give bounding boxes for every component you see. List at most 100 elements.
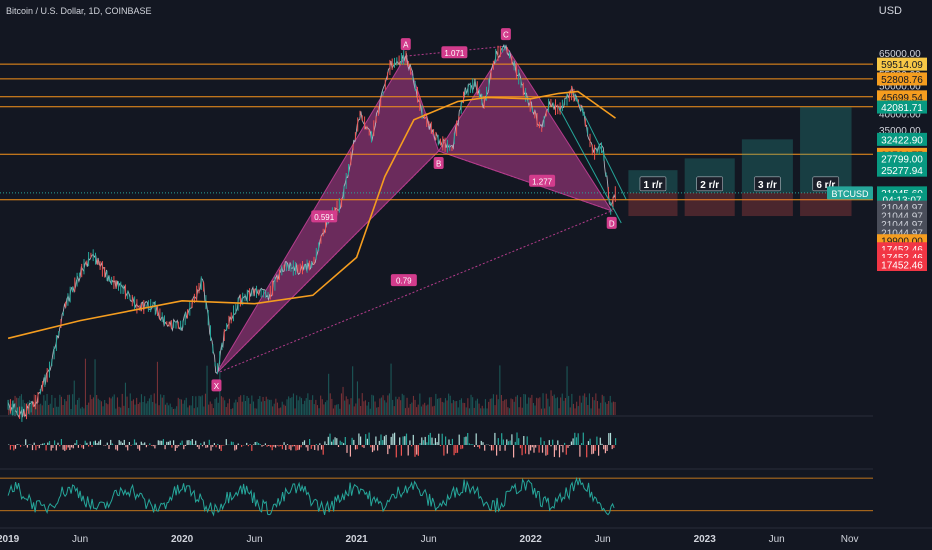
oscillator-bar <box>161 440 163 445</box>
oscillator-bar <box>13 445 15 451</box>
volume-bar <box>537 398 539 415</box>
oscillator-bar <box>28 444 30 445</box>
price-chart[interactable]: 1 r/r 2 r/r 3 r/r 6 r/r XABCD1.0710.5911.27… <box>0 0 932 550</box>
price-badge-label: 52808.76 <box>881 75 923 86</box>
volume-bar <box>222 397 224 415</box>
volume-bar <box>86 405 88 415</box>
volume-bar <box>520 397 522 415</box>
volume-bar <box>347 399 349 415</box>
volume-bar <box>73 380 75 415</box>
volume-bar <box>480 408 482 415</box>
oscillator-bar <box>473 445 476 447</box>
oscillator-bar <box>169 440 171 445</box>
volume-bar <box>17 398 19 415</box>
oscillator-bar <box>380 434 382 445</box>
volume-bar <box>544 408 546 415</box>
oscillator-bar <box>400 445 402 456</box>
price-badge-label: 59514.09 <box>881 60 923 71</box>
oscillator-bar <box>462 445 464 449</box>
volume-bar <box>278 408 280 415</box>
oscillator-bar <box>263 445 265 446</box>
volume-bar <box>118 406 120 415</box>
volume-bar <box>419 393 421 415</box>
oscillator-bar <box>557 440 559 445</box>
volume-bar <box>496 394 498 415</box>
oscillator-bar <box>412 434 414 445</box>
volume-bar <box>257 399 259 415</box>
volume-bar <box>443 402 445 415</box>
oscillator-bar <box>439 445 442 447</box>
volume-bar <box>553 394 555 415</box>
oscillator-bar <box>547 445 549 455</box>
oscillator-bar <box>280 445 282 447</box>
oscillator-bar <box>327 436 329 445</box>
volume-bar <box>123 405 125 415</box>
volume-bar <box>484 399 486 415</box>
x-tick-label: Jun <box>72 534 88 545</box>
oscillator-bar <box>111 443 113 445</box>
volume-bar <box>102 406 104 415</box>
volume-bar <box>524 394 526 415</box>
volume-bar <box>601 394 603 415</box>
volume-bar <box>182 403 184 415</box>
oscillator-bar <box>115 445 117 450</box>
symbol-title[interactable]: Bitcoin / U.S. Dollar, 1D, COINBASE <box>6 6 152 16</box>
oscillator-bar <box>72 445 74 449</box>
oscillator-bar <box>123 439 125 445</box>
volume-bar <box>587 405 589 415</box>
oscillator-bar <box>615 438 617 445</box>
volume-bar <box>489 398 491 415</box>
volume-bar <box>488 401 490 415</box>
volume-bar <box>332 408 334 415</box>
volume-bar <box>590 408 592 415</box>
oscillator-bar <box>25 439 27 445</box>
volume-bar <box>584 393 586 415</box>
volume-bar <box>185 397 187 415</box>
volume-bar <box>84 358 86 415</box>
volume-bar <box>323 404 325 415</box>
volume-bar <box>291 397 293 415</box>
oscillator-bar <box>431 437 433 445</box>
oscillator-bar <box>116 445 119 451</box>
oscillator-bar <box>230 441 232 445</box>
oscillator-bar <box>326 444 328 445</box>
oscillator-bar <box>349 445 351 457</box>
pattern-point-label: D <box>609 219 615 228</box>
oscillator-bar <box>492 445 494 451</box>
oscillator-bar <box>310 445 312 449</box>
volume-bar <box>62 405 64 415</box>
volume-bar <box>532 403 534 415</box>
oscillator-bar <box>388 445 391 449</box>
volume-bar <box>280 407 282 415</box>
volume-bar <box>300 398 302 415</box>
volume-bar <box>508 408 510 415</box>
oscillator-bar <box>241 445 243 447</box>
oscillator-bar <box>555 445 557 451</box>
volume-bar <box>108 397 110 415</box>
volume-bar <box>120 407 122 415</box>
oscillator-bar <box>511 434 513 445</box>
volume-bar <box>387 395 389 415</box>
volume-bar <box>369 408 371 415</box>
volume-bar <box>124 382 126 415</box>
volume-bar <box>427 404 429 415</box>
volume-bar <box>577 406 579 415</box>
oscillator-bar <box>157 440 159 445</box>
oscillator-bar <box>84 440 86 445</box>
oscillator-bar <box>37 445 39 446</box>
oscillator-bar <box>64 445 66 451</box>
volume-bar <box>113 394 115 415</box>
oscillator-bar <box>550 445 552 447</box>
oscillator-bar <box>288 445 290 450</box>
volume-bar <box>379 398 381 415</box>
volume-bar <box>41 405 43 415</box>
volume-bar <box>608 401 610 415</box>
volume-bar <box>572 403 574 415</box>
volume-bar <box>209 401 211 415</box>
volume-bar <box>374 401 376 415</box>
volume-bar <box>449 395 451 415</box>
oscillator-bar <box>210 445 212 451</box>
oscillator-bar <box>200 443 202 445</box>
volume-bar <box>198 395 200 415</box>
volume-bar <box>377 407 379 415</box>
